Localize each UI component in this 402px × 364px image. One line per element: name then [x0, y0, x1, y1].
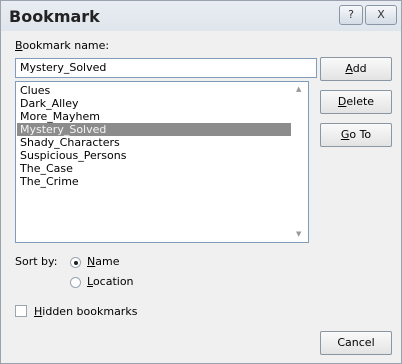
- close-icon[interactable]: X: [365, 5, 397, 25]
- sort-location-label[interactable]: Location: [87, 275, 134, 288]
- hidden-bookmarks-label[interactable]: Hidden bookmarks: [34, 305, 137, 318]
- cancel-button[interactable]: Cancel: [320, 331, 392, 355]
- add-button[interactable]: Add: [320, 57, 392, 81]
- help-icon[interactable]: ?: [339, 5, 363, 25]
- list-item[interactable]: The_Case: [20, 162, 73, 175]
- list-item[interactable]: Shady_Characters: [20, 136, 120, 149]
- list-item[interactable]: The_Crime: [20, 175, 79, 188]
- bookmark-name-input[interactable]: Mystery_Solved: [15, 58, 317, 78]
- goto-button-text: o To: [349, 128, 372, 141]
- sort-name-text: ame: [95, 255, 120, 268]
- sort-name-label[interactable]: Name: [87, 255, 119, 268]
- delete-button-text: elete: [346, 95, 375, 108]
- sort-location-radio[interactable]: [70, 277, 81, 288]
- sort-name-radio[interactable]: [70, 257, 81, 268]
- dialog-title: Bookmark: [9, 7, 100, 26]
- sort-location-text: ocation: [92, 275, 134, 288]
- scroll-up-icon[interactable]: ▲: [296, 85, 301, 93]
- sort-by-label: Sort by:: [15, 255, 58, 268]
- bookmark-dialog: Bookmark ? X Bookmark name: Mystery_Solv…: [0, 0, 402, 364]
- bookmark-name-label-text: ookmark name:: [22, 39, 110, 52]
- list-item[interactable]: Suspicious_Persons: [20, 149, 126, 162]
- bookmark-list[interactable]: Clues Dark_Alley More_Mayhem Mystery_Sol…: [15, 81, 309, 243]
- bookmark-name-label: Bookmark name:: [15, 39, 109, 52]
- radio-selected-dot: [74, 261, 78, 265]
- add-button-text: dd: [352, 62, 367, 75]
- scroll-down-icon[interactable]: ▼: [296, 230, 301, 238]
- hidden-bookmarks-text: idden bookmarks: [42, 305, 138, 318]
- list-item[interactable]: Dark_Alley: [20, 97, 79, 110]
- bookmark-name-label-mnemonic: B: [15, 39, 23, 52]
- add-button-mnemonic: A: [345, 62, 353, 75]
- list-item[interactable]: More_Mayhem: [20, 110, 100, 123]
- goto-button[interactable]: Go To: [320, 123, 392, 147]
- delete-button[interactable]: Delete: [320, 90, 392, 114]
- list-item[interactable]: Clues: [20, 84, 50, 97]
- hidden-bookmarks-checkbox[interactable]: [15, 305, 27, 317]
- list-item-selected[interactable]: Mystery_Solved: [17, 123, 291, 136]
- sort-name-mnemonic: N: [87, 255, 96, 268]
